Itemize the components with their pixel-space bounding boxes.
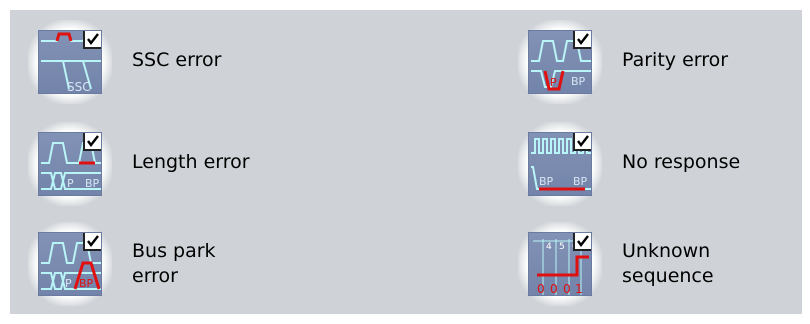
option-tile[interactable]: P BP (518, 20, 602, 104)
option-tile[interactable]: SSC (28, 20, 112, 104)
bp-text-2: BP (573, 175, 588, 188)
p-text: P (550, 76, 557, 89)
ssc-text: SSC (67, 80, 91, 94)
seq-bit-2: 0 (563, 282, 571, 296)
option-label-line2: sequence (622, 265, 714, 287)
option-tile[interactable]: P BP (28, 222, 112, 306)
option-unknown-sequence[interactable]: 4 5 6 0 0 0 1 Unknown sequence (518, 222, 810, 306)
no-response-icon[interactable]: BP BP (528, 132, 592, 196)
parity-error-icon[interactable]: P BP (528, 30, 592, 94)
bp-text: BP (539, 175, 554, 188)
option-tile[interactable]: 4 5 6 0 0 0 1 (518, 222, 602, 306)
option-tile[interactable]: P BP (28, 122, 112, 206)
checkmark-icon (87, 235, 99, 247)
bp-text: BP (85, 177, 100, 190)
checkmark-icon (87, 33, 99, 45)
seq-top-4: 4 (546, 242, 552, 252)
bp-text: BP (79, 277, 94, 290)
option-label-line2: error (132, 265, 178, 287)
option-label-line1: Bus park (132, 240, 216, 262)
option-tile[interactable]: BP BP (518, 122, 602, 206)
p-text: P (67, 177, 74, 190)
bp-text: BP (571, 75, 586, 88)
option-no-response[interactable]: BP BP No response (518, 122, 810, 206)
checkbox[interactable] (573, 31, 591, 49)
unknown-sequence-icon[interactable]: 4 5 6 0 0 0 1 (528, 232, 592, 296)
checkmark-icon (87, 135, 99, 147)
checkbox[interactable] (573, 133, 591, 151)
seq-top-5: 5 (559, 242, 565, 252)
option-label: Length error (132, 151, 250, 173)
checkmark-icon (577, 235, 589, 247)
option-label: Unknown sequence (622, 239, 810, 289)
checkbox[interactable] (83, 233, 101, 251)
checkmark-icon (577, 135, 589, 147)
option-label: Parity error (622, 49, 729, 71)
option-label: No response (622, 151, 741, 173)
checkbox[interactable] (573, 233, 591, 251)
error-options-panel: SSC SSC error P BP Length error P BP Bus… (10, 10, 802, 314)
option-bus-park-error[interactable]: P BP Bus park error (28, 222, 408, 306)
seq-bit-0: 0 (537, 282, 545, 296)
seq-bit-3: 1 (575, 282, 583, 296)
checkmark-icon (577, 33, 589, 45)
bus-park-error-icon[interactable]: P BP (38, 232, 102, 296)
length-error-icon[interactable]: P BP (38, 132, 102, 196)
option-label: Bus park error (132, 239, 332, 289)
checkbox[interactable] (83, 31, 101, 49)
ssc-error-icon[interactable]: SSC (38, 30, 102, 94)
option-label: SSC error (132, 49, 222, 71)
seq-bit-1: 0 (550, 282, 558, 296)
option-label-line1: Unknown (622, 240, 711, 262)
option-length-error[interactable]: P BP Length error (28, 122, 408, 206)
checkbox[interactable] (83, 133, 101, 151)
option-ssc-error[interactable]: SSC SSC error (28, 20, 408, 104)
p-text: P (65, 277, 72, 290)
option-parity-error[interactable]: P BP Parity error (518, 20, 810, 104)
